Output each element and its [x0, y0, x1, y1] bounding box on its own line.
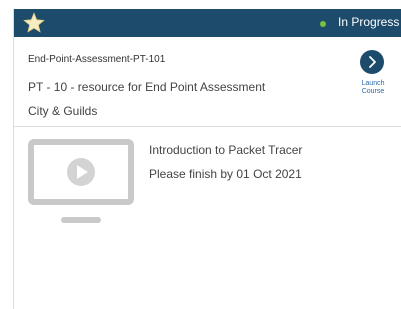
due-date: Please finish by 01 Oct 2021	[149, 167, 302, 181]
video-monitor-icon[interactable]	[28, 139, 134, 225]
launch-circle[interactable]	[360, 50, 384, 74]
resource-title[interactable]: Introduction to Packet Tracer	[149, 143, 302, 157]
resource-item[interactable]: Introduction to Packet Tracer Please fin…	[14, 127, 401, 309]
star-icon[interactable]	[23, 12, 45, 34]
chevron-right-icon	[369, 56, 376, 68]
course-code: End-Point-Assessment-PT-101	[28, 54, 166, 65]
course-provider: City & Guilds	[28, 104, 98, 118]
course-info: End-Point-Assessment-PT-101 PT - 10 - re…	[14, 37, 401, 127]
course-card: In Progress End-Point-Assessment-PT-101 …	[13, 9, 401, 309]
launch-course-button[interactable]: Launch Course	[353, 48, 393, 108]
card-header: In Progress	[14, 9, 401, 37]
status-badge: In Progress	[338, 15, 400, 29]
course-title: PT - 10 - resource for End Point Assessm…	[28, 80, 266, 94]
status-indicator-icon	[320, 21, 326, 27]
launch-course-label[interactable]: Launch Course	[353, 80, 393, 96]
